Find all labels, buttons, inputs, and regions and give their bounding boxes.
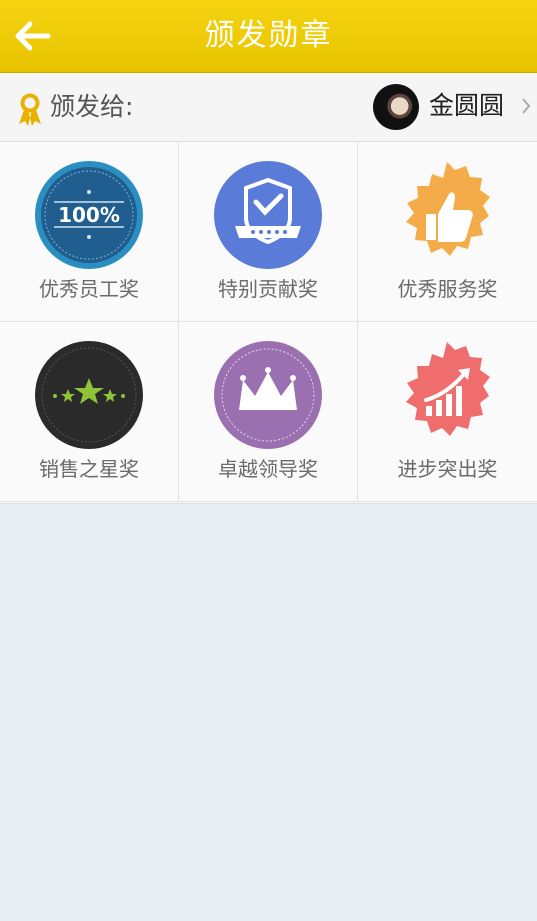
- award-label: 优秀员工奖: [39, 277, 139, 301]
- award-label: 进步突出奖: [397, 457, 498, 481]
- award-item-special-contribution[interactable]: 特别贡献奖: [179, 142, 358, 322]
- svg-text:100%: 100%: [58, 203, 120, 227]
- award-item-excellent-service[interactable]: 优秀服务奖: [358, 142, 537, 322]
- thumbs-up-icon: [406, 162, 490, 256]
- award-label: 优秀服务奖: [397, 277, 498, 301]
- award-item-excellent-employee[interactable]: 100% 优秀员工奖: [0, 142, 179, 322]
- award-label: 特别贡献奖: [218, 277, 318, 301]
- growth-chart-icon: [406, 342, 490, 436]
- crown-icon: [214, 341, 322, 449]
- recipient-user-selector[interactable]: 金圆圆: [367, 73, 537, 141]
- header-bar: 颁发勋章: [0, 0, 537, 73]
- award-item-leadership[interactable]: 卓越领导奖: [179, 322, 358, 502]
- recipient-name: 金圆圆: [429, 91, 505, 120]
- recipient-label: 颁发给:: [50, 92, 134, 121]
- shield-check-icon: [214, 161, 322, 269]
- award-label: 销售之星奖: [39, 457, 139, 481]
- 100-percent-seal-icon: 100%: [35, 161, 143, 269]
- recipient-row: 颁发给: 金圆圆: [0, 73, 537, 142]
- award-item-outstanding-progress[interactable]: 进步突出奖: [358, 322, 537, 502]
- stars-icon: [35, 341, 143, 449]
- award-ribbon-icon: [19, 93, 41, 126]
- award-label: 卓越领导奖: [218, 457, 318, 481]
- award-item-sales-star[interactable]: 销售之星奖: [0, 322, 179, 502]
- page-title: 颁发勋章: [204, 18, 333, 53]
- award-grid: 100% 优秀员工奖 特别贡献奖 优秀服务奖 销售之星奖 卓越领导奖 进步突出奖: [0, 142, 537, 504]
- avatar: [373, 84, 419, 130]
- chevron-right-icon: [522, 98, 531, 114]
